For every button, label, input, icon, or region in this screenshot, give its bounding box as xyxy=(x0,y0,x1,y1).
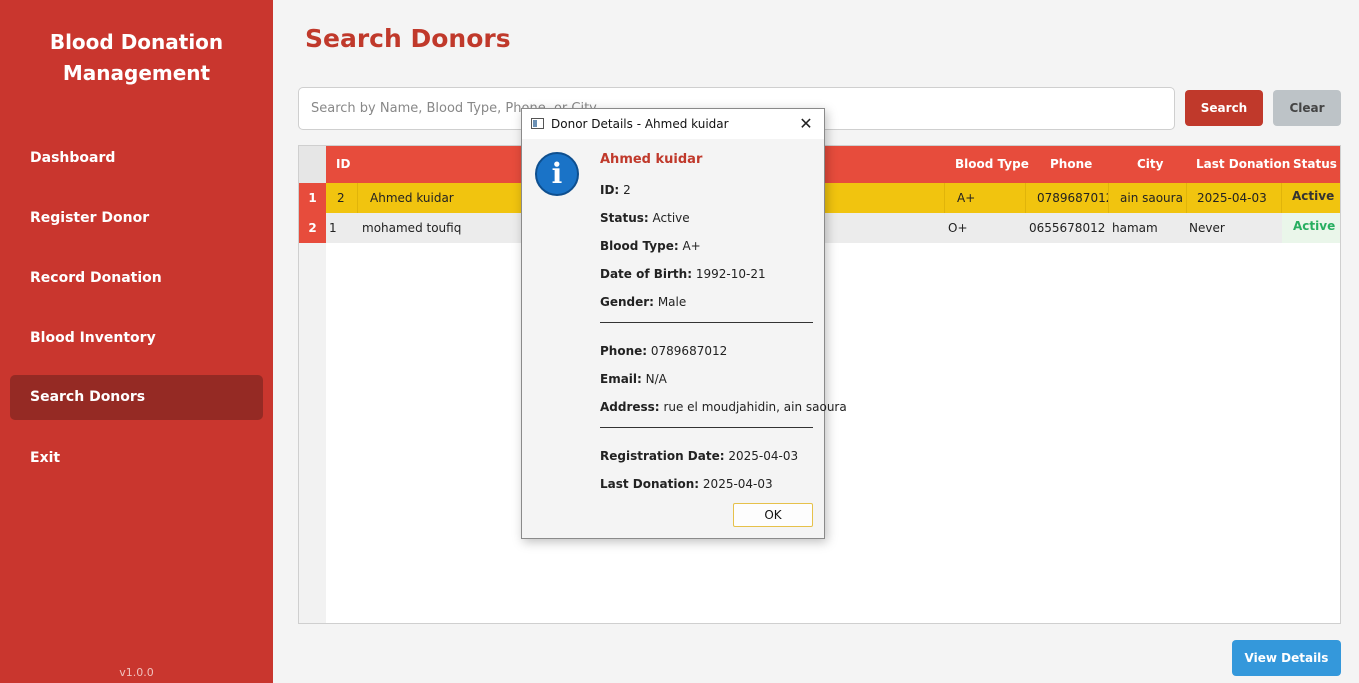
detail-label: Phone: xyxy=(600,344,648,358)
cell-status: Active xyxy=(1292,189,1335,203)
cell-last-donation: 2025-04-03 xyxy=(1187,183,1282,213)
row-number[interactable]: 1 xyxy=(299,183,326,213)
table-row[interactable]: 2 Ahmed kuidar A+ 0789687012 ain saoura … xyxy=(326,183,1340,213)
column-header-city[interactable]: City xyxy=(1137,146,1163,183)
column-header-blood-type[interactable]: Blood Type xyxy=(955,146,1029,183)
detail-registration-date: Registration Date: 2025-04-03 xyxy=(600,449,798,463)
row-number-header xyxy=(299,146,326,183)
clear-button[interactable]: Clear xyxy=(1273,90,1341,126)
sidebar-item-record-donation[interactable]: Record Donation xyxy=(10,256,263,301)
separator xyxy=(600,427,813,428)
cell-city: ain saoura xyxy=(1109,183,1187,213)
detail-label: Address: xyxy=(600,400,660,414)
detail-id: ID: 2 xyxy=(600,183,631,197)
search-button[interactable]: Search xyxy=(1185,90,1263,126)
detail-last-donation: Last Donation: 2025-04-03 xyxy=(600,477,773,491)
detail-value: A+ xyxy=(682,239,701,253)
cell-id: 1 xyxy=(329,221,337,235)
cell-phone: 0789687012 xyxy=(1026,183,1109,213)
page-title: Search Donors xyxy=(305,24,511,53)
sidebar-item-search-donors[interactable]: Search Donors xyxy=(10,375,263,420)
detail-label: Registration Date: xyxy=(600,449,725,463)
detail-label: Status: xyxy=(600,211,649,225)
detail-value: Active xyxy=(652,211,690,225)
detail-label: Email: xyxy=(600,372,642,386)
table-header: ID Blood Type Phone City Last Donation S… xyxy=(326,146,1340,183)
detail-blood-type: Blood Type: A+ xyxy=(600,239,701,253)
detail-label: Date of Birth: xyxy=(600,267,693,281)
separator xyxy=(600,322,813,323)
detail-label: Gender: xyxy=(600,295,654,309)
dialog-titlebar[interactable]: Donor Details - Ahmed kuidar ✕ xyxy=(522,109,824,139)
detail-value: 2025-04-03 xyxy=(728,449,799,463)
column-header-last-donation[interactable]: Last Donation xyxy=(1196,146,1290,183)
cell-city: hamam xyxy=(1112,221,1158,235)
cell-phone: 0655678012 xyxy=(1029,221,1106,235)
cell-blood-type: A+ xyxy=(945,183,1026,213)
cell-status: Active xyxy=(1282,213,1340,243)
detail-address: Address: rue el moudjahidin, ain saoura xyxy=(600,400,847,414)
detail-label: ID: xyxy=(600,183,620,197)
sidebar-item-register-donor[interactable]: Register Donor xyxy=(10,196,263,241)
cell-id: 2 xyxy=(326,183,358,213)
detail-gender: Gender: Male xyxy=(600,295,686,309)
cell-blood-type: O+ xyxy=(948,221,968,235)
dialog-title: Donor Details - Ahmed kuidar xyxy=(551,117,729,131)
close-icon[interactable]: ✕ xyxy=(794,112,818,136)
info-icon: i xyxy=(535,152,579,196)
detail-value: 2025-04-03 xyxy=(702,477,773,491)
sidebar-item-exit[interactable]: Exit xyxy=(10,436,263,481)
column-header-phone[interactable]: Phone xyxy=(1050,146,1092,183)
detail-value: N/A xyxy=(645,372,667,386)
column-header-id[interactable]: ID xyxy=(336,146,350,183)
detail-value: rue el moudjahidin, ain saoura xyxy=(663,400,847,414)
detail-value: 2 xyxy=(623,183,631,197)
sidebar-item-dashboard[interactable]: Dashboard xyxy=(10,136,263,181)
cell-last-donation: Never xyxy=(1189,221,1225,235)
detail-phone: Phone: 0789687012 xyxy=(600,344,727,358)
detail-email: Email: N/A xyxy=(600,372,667,386)
row-number[interactable]: 2 xyxy=(299,213,326,243)
window-icon xyxy=(531,118,544,129)
detail-label: Blood Type: xyxy=(600,239,679,253)
detail-status: Status: Active xyxy=(600,211,690,225)
sidebar: Blood Donation Management Dashboard Regi… xyxy=(0,0,273,683)
detail-value: Male xyxy=(657,295,687,309)
detail-label: Last Donation: xyxy=(600,477,700,491)
version-label: v1.0.0 xyxy=(119,666,154,679)
view-details-button[interactable]: View Details xyxy=(1232,640,1341,676)
donor-details-dialog: Donor Details - Ahmed kuidar ✕ i Ahmed k… xyxy=(521,108,847,539)
sidebar-item-blood-inventory[interactable]: Blood Inventory xyxy=(10,316,263,361)
donor-name: Ahmed kuidar xyxy=(600,152,703,167)
table-row[interactable]: 1 mohamed toufiq O+ 0655678012 hamam Nev… xyxy=(326,213,1340,243)
ok-button[interactable]: OK xyxy=(733,503,813,527)
detail-value: 1992-10-21 xyxy=(695,267,766,281)
app-title: Blood Donation Management xyxy=(49,30,224,85)
column-header-status[interactable]: Status xyxy=(1293,146,1337,183)
detail-value: 0789687012 xyxy=(650,344,728,358)
detail-date-of-birth: Date of Birth: 1992-10-21 xyxy=(600,267,766,281)
